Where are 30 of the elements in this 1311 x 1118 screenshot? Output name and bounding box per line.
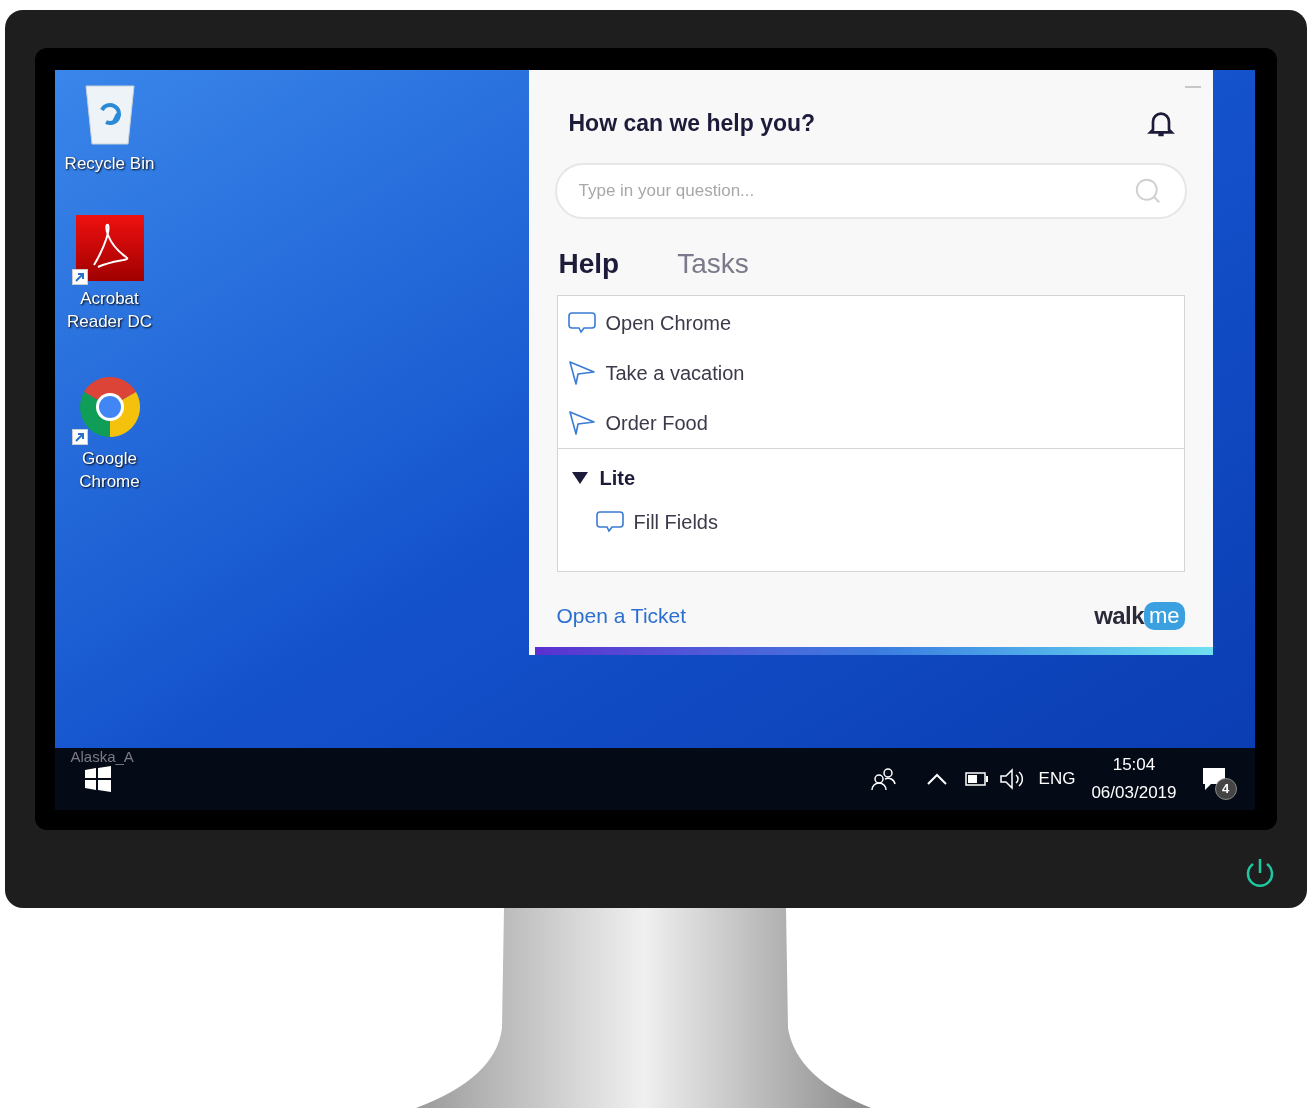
- brand-logo: walk me: [1094, 597, 1185, 634]
- battery-icon[interactable]: [964, 772, 989, 786]
- notification-badge: 4: [1214, 778, 1237, 800]
- help-list-item[interactable]: Open Chrome: [605, 307, 732, 338]
- speaker-icon[interactable]: [998, 768, 1025, 790]
- speech-bubble-icon: [595, 510, 624, 533]
- panel-tab[interactable]: Tasks: [677, 242, 749, 285]
- desktop-icon-label[interactable]: Recycle Bin: [59, 152, 160, 175]
- paper-plane-icon: [567, 359, 596, 386]
- faded-label: Alaska_A: [70, 747, 134, 767]
- search-field[interactable]: Type in your question...: [554, 162, 1187, 219]
- help-list-item[interactable]: Order Food: [605, 407, 708, 438]
- desktop-icon-label[interactable]: Acrobat Reader DC: [59, 287, 160, 333]
- help-list-item[interactable]: Take a vacation: [605, 357, 745, 388]
- open-ticket-link[interactable]: Open a Ticket: [556, 599, 687, 632]
- pdf-reader-icon: [75, 215, 144, 281]
- panel-tab[interactable]: Help: [558, 242, 620, 285]
- speech-bubble-icon: [567, 311, 596, 334]
- group-label[interactable]: Lite: [599, 462, 636, 493]
- help-list-item[interactable]: Fill Fields: [633, 506, 718, 537]
- paper-plane-icon: [567, 409, 596, 436]
- windows-start-icon[interactable]: [84, 766, 111, 792]
- desktop-icon-label[interactable]: Google Chrome: [59, 447, 160, 493]
- people-icon[interactable]: [870, 767, 897, 791]
- clock[interactable]: 15:04 06/03/2019: [1091, 751, 1177, 807]
- search-input[interactable]: Type in your question...: [578, 177, 1133, 204]
- caret-icon[interactable]: [571, 471, 588, 484]
- language-indicator[interactable]: ENG: [1038, 766, 1076, 792]
- chevron-up-icon[interactable]: [926, 773, 947, 785]
- panel-title: How can we help you?: [568, 109, 816, 138]
